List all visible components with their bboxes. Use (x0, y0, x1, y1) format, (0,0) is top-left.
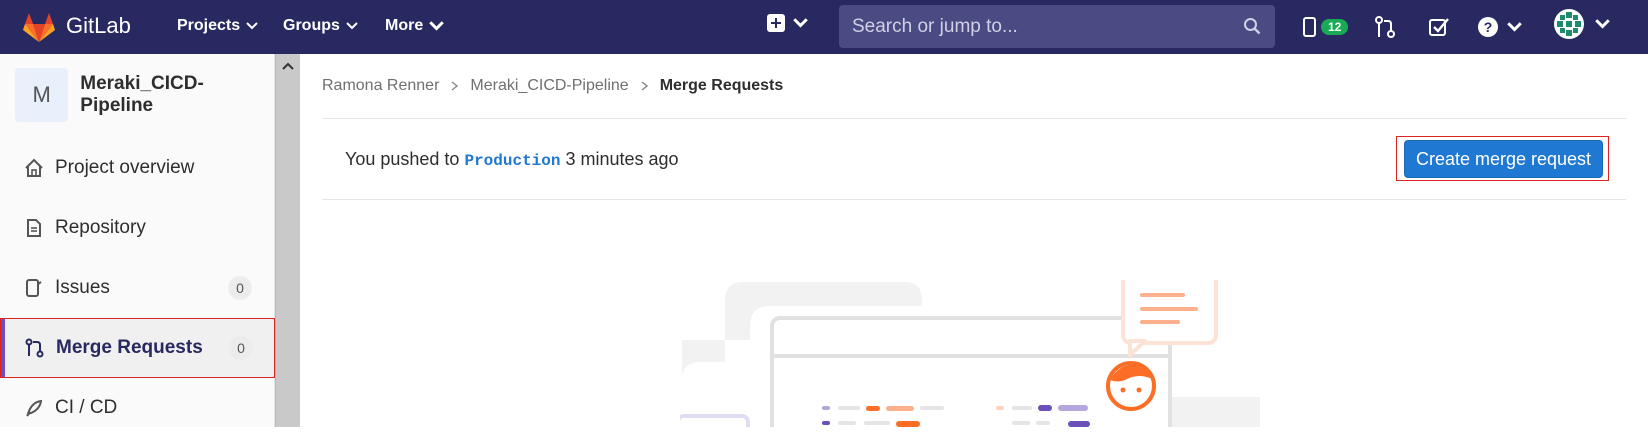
help-dropdown[interactable]: ? (1477, 14, 1522, 40)
breadcrumb: Ramona Renner Meraki_CICD-Pipeline Merge… (322, 77, 783, 95)
issues-count-badge: 12 (1321, 19, 1349, 35)
sidebar-item-project-overview[interactable]: Project overview (0, 138, 275, 198)
project-sidebar: M Meraki_CICD-Pipeline Project overview … (0, 54, 275, 427)
merge-requests-count-badge: 0 (229, 336, 253, 360)
issues-icon (1303, 17, 1316, 37)
scroll-up-arrow-icon[interactable] (280, 60, 296, 72)
projects-menu-label: Projects (177, 17, 241, 34)
chevron-down-icon (1595, 19, 1610, 29)
sidebar-item-label: Repository (55, 217, 146, 238)
sidebar-item-merge-requests[interactable]: Merge Requests 0 (0, 318, 275, 378)
plus-icon (767, 14, 785, 32)
chevron-right-icon (641, 81, 648, 91)
search-icon[interactable] (1243, 17, 1261, 35)
todo-checkbox-icon (1429, 18, 1449, 36)
home-icon (25, 158, 43, 177)
more-menu[interactable]: More (385, 17, 445, 35)
user-avatar-icon (1554, 9, 1584, 39)
create-merge-request-button[interactable]: Create merge request (1404, 140, 1603, 178)
issues-nav-button[interactable]: 12 (1302, 14, 1349, 40)
projects-menu[interactable]: Projects (177, 17, 258, 35)
chevron-down-icon (429, 21, 445, 31)
breadcrumb-user-link[interactable]: Ramona Renner (322, 77, 439, 95)
branch-link[interactable]: Production (464, 152, 560, 170)
sidebar-item-label: CI / CD (55, 397, 118, 418)
issues-icon (26, 279, 42, 297)
chevron-down-icon (246, 22, 258, 30)
search-input[interactable] (839, 15, 1219, 38)
gitlab-logo-icon[interactable] (22, 11, 56, 43)
document-icon (27, 219, 41, 237)
sidebar-item-issues[interactable]: Issues 0 (0, 258, 275, 318)
project-header[interactable]: M Meraki_CICD-Pipeline (15, 68, 274, 122)
groups-menu[interactable]: Groups (283, 17, 358, 35)
sidebar-item-ci-cd[interactable]: CI / CD (0, 378, 275, 438)
breadcrumb-project-link[interactable]: Meraki_CICD-Pipeline (470, 77, 628, 95)
brand-name[interactable]: GitLab (66, 13, 131, 39)
sidebar-item-repository[interactable]: Repository (0, 198, 275, 258)
top-navbar: GitLab Projects Groups More 12 (0, 0, 1648, 54)
merge-request-icon (1375, 16, 1395, 38)
search-box[interactable] (839, 5, 1275, 48)
rocket-icon (26, 399, 43, 417)
todos-nav-button[interactable] (1428, 14, 1450, 40)
merge-requests-empty-state-illustration (680, 280, 1260, 427)
chevron-down-icon (793, 18, 808, 28)
divider (322, 199, 1626, 200)
divider (322, 118, 1626, 119)
merge-requests-nav-button[interactable] (1374, 14, 1396, 40)
chevron-down-icon (346, 22, 358, 30)
push-notice: You pushed to Production 3 minutes ago (345, 149, 679, 170)
chevron-down-icon (1507, 22, 1522, 32)
push-notice-suffix: 3 minutes ago (565, 149, 679, 169)
issues-count-badge: 0 (228, 276, 252, 300)
more-menu-label: More (385, 17, 424, 34)
new-item-dropdown[interactable] (767, 14, 808, 32)
svg-text:?: ? (1484, 19, 1493, 35)
help-icon: ? (1478, 17, 1498, 37)
merge-request-icon (25, 338, 44, 358)
sidebar-item-label: Project overview (55, 157, 195, 178)
project-avatar[interactable]: M (15, 68, 69, 122)
chevron-right-icon (451, 81, 459, 91)
sidebar-item-label: Merge Requests (56, 337, 203, 358)
push-notice-prefix: You pushed to (345, 149, 460, 169)
groups-menu-label: Groups (283, 17, 340, 34)
user-menu[interactable] (1553, 9, 1610, 39)
sidebar-item-label: Issues (55, 277, 110, 298)
project-name[interactable]: Meraki_CICD-Pipeline (80, 73, 274, 117)
sidebar-scrollbar[interactable] (275, 54, 300, 427)
breadcrumb-current[interactable]: Merge Requests (660, 77, 784, 95)
